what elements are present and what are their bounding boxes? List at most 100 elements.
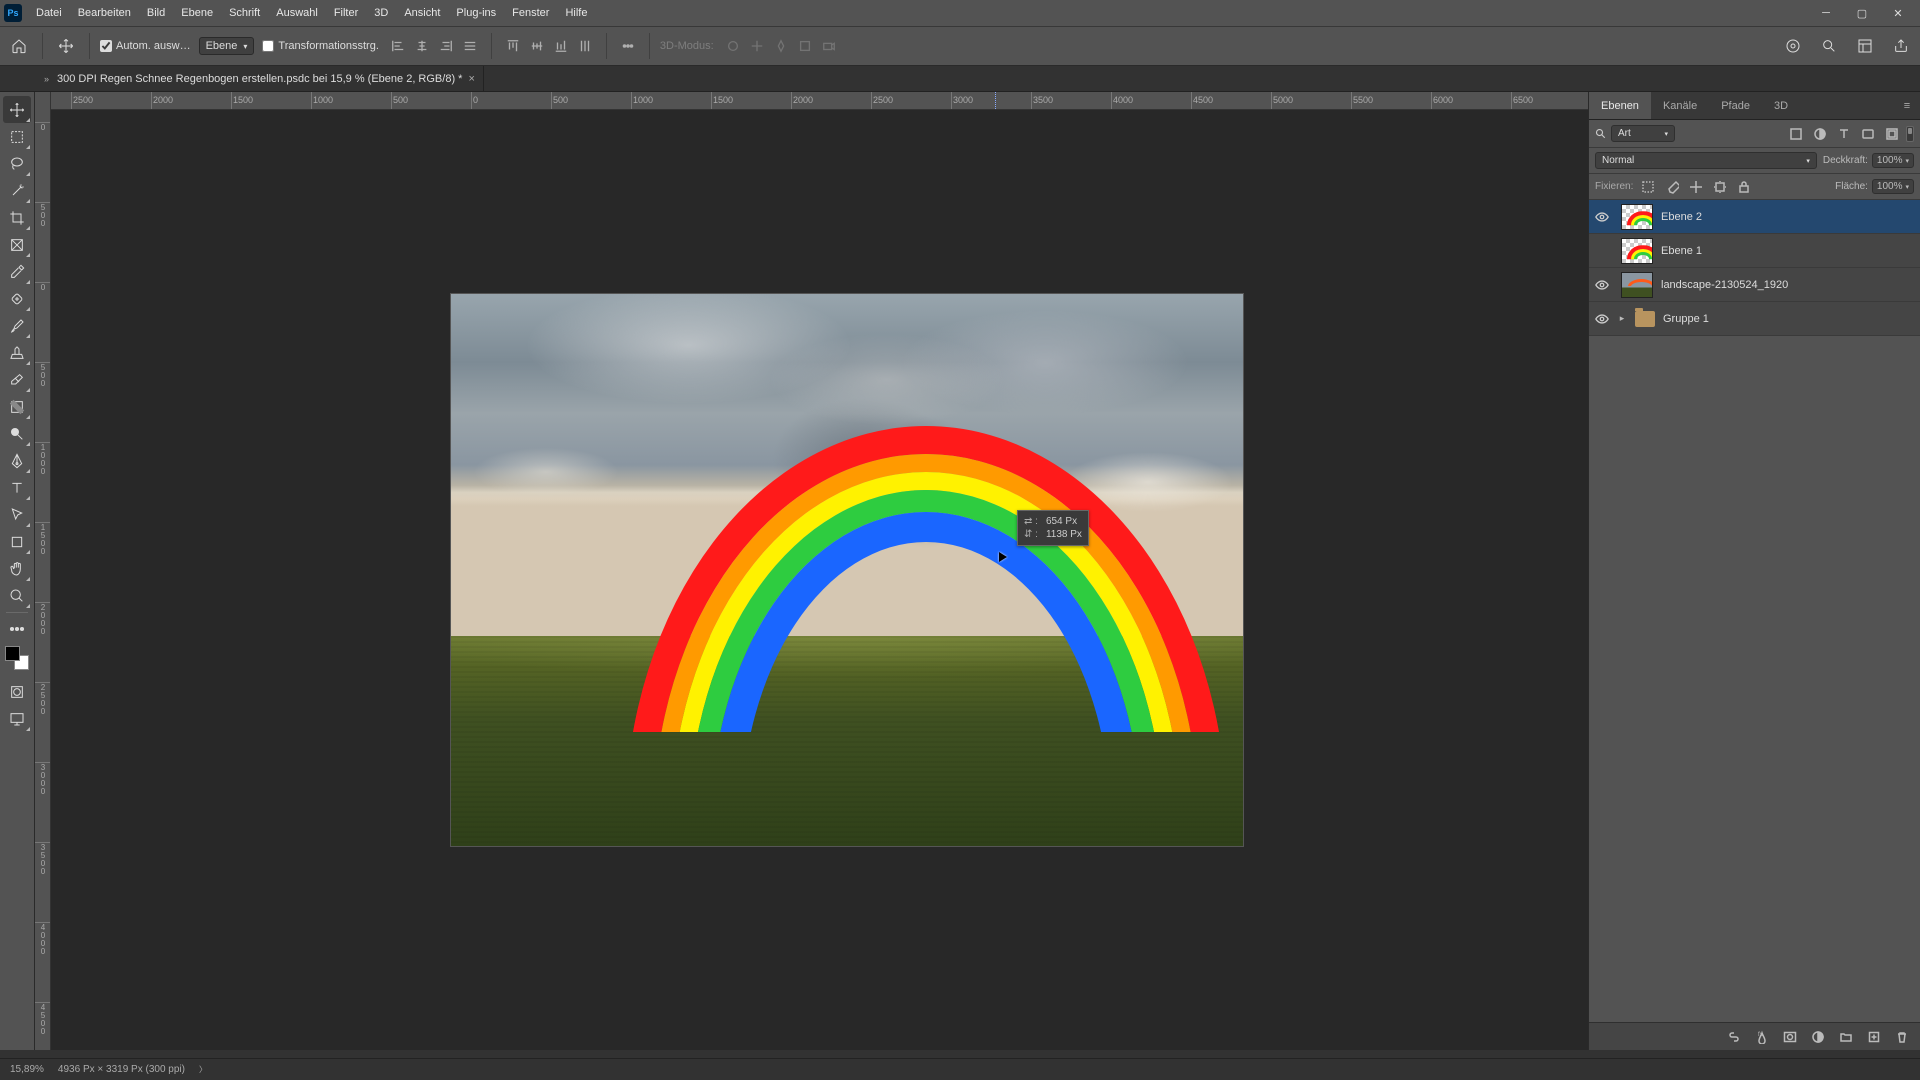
gradient-tool[interactable] [3,393,31,420]
layer-thumbnail[interactable] [1621,272,1653,298]
pen-tool[interactable] [3,447,31,474]
delete-layer-button[interactable] [1892,1027,1912,1047]
layer-name[interactable]: landscape-2130524_1920 [1661,279,1788,291]
lock-artboard-button[interactable] [1711,178,1729,196]
eraser-tool[interactable] [3,366,31,393]
status-zoom[interactable]: 15,89% [10,1064,44,1075]
text-tool[interactable] [3,474,31,501]
menu-help[interactable]: Hilfe [557,0,595,26]
canvas-area[interactable]: ⇄ :654 Px ⇵ :1138 Px [51,110,1588,1050]
layer-style-button[interactable]: fx [1752,1027,1772,1047]
move-tool-icon[interactable] [53,33,79,59]
menu-edit[interactable]: Bearbeiten [70,0,139,26]
transform-controls-checkbox[interactable]: Transformationsstrg. [262,40,378,52]
search-icon[interactable] [1816,33,1842,59]
align-bottom-button[interactable] [550,35,572,57]
layer-name[interactable]: Gruppe 1 [1663,313,1709,325]
window-close-button[interactable]: ✕ [1880,0,1916,26]
link-layers-button[interactable] [1724,1027,1744,1047]
menu-select[interactable]: Auswahl [268,0,326,26]
screen-mode-button[interactable] [3,705,31,732]
lock-pixels-button[interactable] [1663,178,1681,196]
layer-row[interactable]: Ebene 2 [1589,200,1920,234]
new-group-button[interactable] [1836,1027,1856,1047]
rainbow-layer[interactable] [625,426,1227,846]
filter-smart-icon[interactable] [1882,124,1902,144]
window-minimize-button[interactable]: ─ [1808,0,1844,26]
document-tab[interactable]: » 300 DPI Regen Schnee Regenbogen erstel… [36,66,484,91]
status-docinfo[interactable]: 4936 Px × 3319 Px (300 ppi) [58,1064,185,1075]
path-select-tool[interactable] [3,501,31,528]
layer-thumbnail[interactable] [1621,204,1653,230]
filter-adjustment-icon[interactable] [1810,124,1830,144]
layer-visibility-toggle[interactable] [1589,210,1615,224]
menu-layer[interactable]: Ebene [173,0,221,26]
adjustment-layer-button[interactable] [1808,1027,1828,1047]
auto-select-target-select[interactable]: Ebene ▾ [199,37,255,55]
document-canvas[interactable]: ⇄ :654 Px ⇵ :1138 Px [451,294,1243,846]
filter-shape-icon[interactable] [1858,124,1878,144]
tab-paths[interactable]: Pfade [1709,92,1762,119]
layer-visibility-toggle[interactable] [1589,244,1615,258]
shape-tool[interactable] [3,528,31,555]
workspace-icon[interactable] [1852,33,1878,59]
menu-file[interactable]: Datei [28,0,70,26]
group-expand-chevron[interactable]: ▸ [1615,313,1629,324]
edit-toolbar-button[interactable] [3,615,31,642]
brush-tool[interactable] [3,312,31,339]
layer-visibility-toggle[interactable] [1589,312,1615,326]
distribute-h-button[interactable] [459,35,481,57]
menu-view[interactable]: Ansicht [396,0,448,26]
menu-window[interactable]: Fenster [504,0,557,26]
layer-filter-kind-value[interactable] [1618,128,1658,139]
tab-channels[interactable]: Kanäle [1651,92,1709,119]
eyedropper-tool[interactable] [3,258,31,285]
layer-row[interactable]: landscape-2130524_1920 [1589,268,1920,302]
status-chevron-icon[interactable]: 〉 [199,1064,207,1075]
share-icon[interactable] [1888,33,1914,59]
distribute-v-button[interactable] [574,35,596,57]
home-button[interactable] [6,33,32,59]
new-layer-button[interactable] [1864,1027,1884,1047]
layer-thumbnail[interactable] [1621,238,1653,264]
cloud-docs-icon[interactable] [1780,33,1806,59]
layer-name[interactable]: Ebene 1 [1661,245,1702,257]
layer-row[interactable]: Ebene 1 [1589,234,1920,268]
menu-type[interactable]: Schrift [221,0,268,26]
layer-visibility-toggle[interactable] [1589,278,1615,292]
menu-plugins[interactable]: Plug-ins [448,0,504,26]
hand-tool[interactable] [3,555,31,582]
healing-brush-tool[interactable] [3,285,31,312]
move-tool[interactable] [3,96,31,123]
menu-image[interactable]: Bild [139,0,173,26]
foreground-color[interactable] [5,646,20,661]
align-right-button[interactable] [435,35,457,57]
align-center-h-button[interactable] [411,35,433,57]
dodge-tool[interactable] [3,420,31,447]
tab-layers[interactable]: Ebenen [1589,92,1651,119]
clone-stamp-tool[interactable] [3,339,31,366]
zoom-tool[interactable] [3,582,31,609]
color-swatches[interactable] [5,646,29,670]
crop-tool[interactable] [3,204,31,231]
layer-filter-kind-select[interactable]: ▾ [1611,125,1675,142]
marquee-tool[interactable] [3,123,31,150]
align-left-button[interactable] [387,35,409,57]
filter-type-icon[interactable] [1834,124,1854,144]
auto-select-checkbox[interactable]: Autom. ausw… [100,40,191,52]
layer-mask-button[interactable] [1780,1027,1800,1047]
lock-position-button[interactable] [1687,178,1705,196]
quick-mask-button[interactable] [3,678,31,705]
close-tab-button[interactable]: × [468,73,474,85]
blend-mode-select[interactable]: Normal ▾ [1595,152,1817,169]
panel-menu-button[interactable]: ≡ [1894,92,1920,119]
tab-3d[interactable]: 3D [1762,92,1800,119]
menu-3d[interactable]: 3D [366,0,396,26]
filter-toggle-switch[interactable] [1906,126,1914,142]
more-align-button[interactable] [617,35,639,57]
menu-filter[interactable]: Filter [326,0,366,26]
lasso-tool[interactable] [3,150,31,177]
filter-pixel-icon[interactable] [1786,124,1806,144]
fill-control[interactable]: Fläche: 100%▾ [1835,179,1914,194]
opacity-control[interactable]: Deckkraft: 100%▾ [1823,153,1914,168]
